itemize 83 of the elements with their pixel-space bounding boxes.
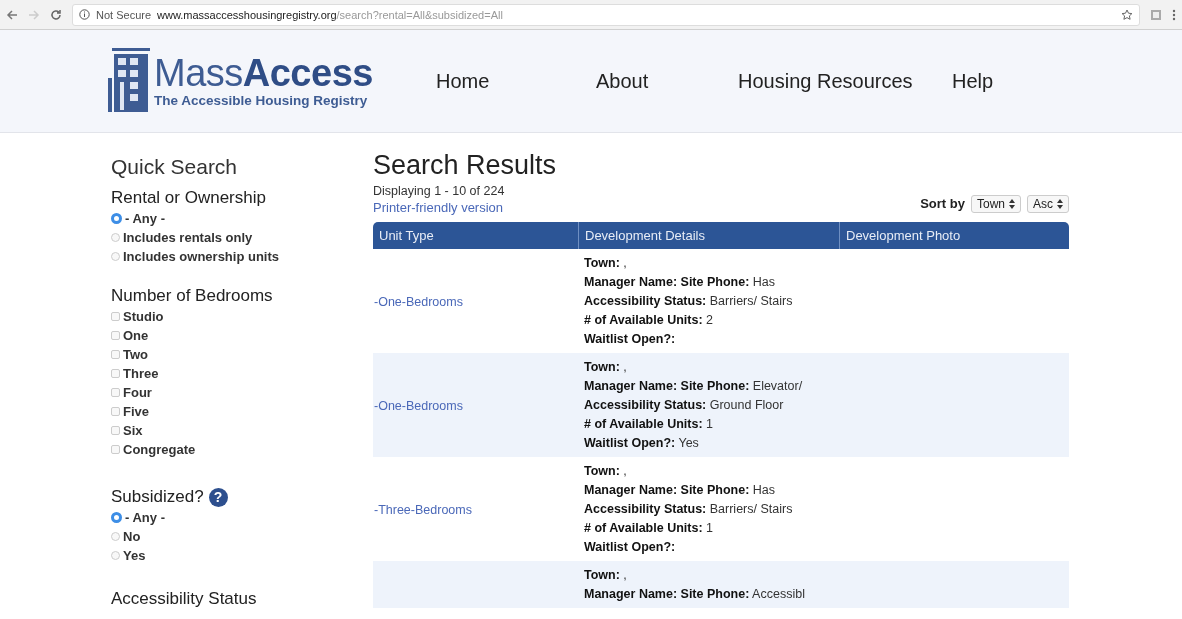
sort-order-select[interactable]: Asc [1027, 194, 1069, 213]
nav-link[interactable]: Help [952, 69, 994, 92]
detail-line: # of Available Units: 1 [583, 519, 714, 537]
option-label: Four [123, 385, 152, 400]
option-label: Three [123, 366, 159, 381]
option-label: Includes rentals only [123, 230, 253, 245]
option-label: Includes ownership units [123, 249, 280, 264]
menu-icon[interactable] [1172, 8, 1176, 21]
detail-line: Town: , [583, 462, 628, 480]
address-bar[interactable]: Not Secure www.massaccesshousingregistry.org/search?rental=All&subsidized=All [72, 3, 1140, 26]
option-label: - Any - [125, 211, 165, 226]
page-title: Search Results [373, 151, 557, 181]
detail-line: Manager Name: Site Phone: Has [583, 273, 777, 291]
checkbox[interactable] [111, 331, 120, 340]
nav-link[interactable]: About [596, 69, 649, 92]
info-icon[interactable] [79, 9, 90, 20]
detail-line: # of Available Units: 2 [583, 311, 714, 329]
detail-line: Town: , [583, 358, 628, 376]
detail-line: Accessibility Status: Ground Floor [583, 396, 785, 414]
option-label: Studio [123, 309, 164, 324]
radio-button[interactable] [111, 213, 122, 224]
column-header: Unit Type [378, 226, 435, 245]
option-label: Five [123, 404, 149, 419]
logo-wordmark[interactable]: MassAccess [154, 52, 373, 94]
sort-label: Sort by [920, 196, 965, 212]
checkbox[interactable] [111, 388, 120, 397]
printer-friendly-link[interactable]: Printer-friendly version [373, 199, 504, 215]
nav-link[interactable]: Housing Resources [738, 69, 913, 92]
detail-line: Town: , [583, 566, 628, 584]
caret-icon [1057, 198, 1063, 209]
option-label: Yes [123, 548, 146, 563]
star-icon[interactable] [1121, 8, 1133, 21]
url-domain: www.massaccesshousingregistry.org [157, 8, 337, 21]
url-path: /search?rental=All&subsidized=All [336, 8, 503, 21]
detail-line: Town: , [583, 254, 628, 272]
detail-line: Manager Name: Site Phone: Has [583, 481, 777, 499]
detail-line: Accessibility Status: Barriers/ Stairs [583, 500, 794, 518]
option-label: Six [123, 423, 143, 438]
option-label: - Any - [125, 510, 165, 525]
checkbox[interactable] [111, 445, 120, 454]
detail-line: # of Available Units: 1 [583, 415, 714, 433]
column-header: Development Details [578, 221, 839, 249]
radio-button[interactable] [111, 532, 120, 541]
option-label: No [123, 529, 141, 544]
detail-line: Waitlist Open?: Yes [583, 434, 700, 452]
sidebar-title: Quick Search [111, 155, 239, 179]
logo-tagline: The Accessible Housing Registry [154, 93, 369, 108]
checkbox[interactable] [111, 312, 120, 321]
filter-heading: Subsidized? [111, 487, 204, 507]
radio-button[interactable] [111, 233, 120, 242]
checkbox[interactable] [111, 350, 120, 359]
building-logo-icon [108, 48, 150, 114]
back-icon[interactable] [6, 8, 18, 21]
nav-link[interactable]: Home [436, 69, 490, 92]
checkbox[interactable] [111, 426, 120, 435]
result-count: Displaying 1 - 10 of 224 [373, 183, 506, 198]
caret-icon [1009, 198, 1015, 209]
detail-line: Manager Name: Site Phone: Accessibl [583, 585, 806, 603]
help-icon[interactable]: ? [208, 487, 228, 507]
security-label: Not Secure [96, 8, 152, 21]
reload-icon[interactable] [50, 8, 62, 21]
filter-heading: Rental or Ownership [111, 188, 267, 208]
option-label: One [123, 328, 149, 343]
option-label: Congregate [123, 442, 196, 457]
column-header: Development Photo [839, 221, 1069, 249]
detail-line: Waitlist Open?: [583, 330, 677, 348]
checkbox[interactable] [111, 407, 120, 416]
checkbox[interactable] [111, 369, 120, 378]
radio-button[interactable] [111, 252, 120, 261]
detail-line: Waitlist Open?: [583, 538, 677, 556]
unit-type-link[interactable]: -One-Bedrooms [374, 295, 463, 310]
detail-line: Accessibility Status: Barriers/ Stairs [583, 292, 794, 310]
filter-heading: Number of Bedrooms [111, 286, 274, 306]
sort-field-select[interactable]: Town [970, 194, 1021, 213]
unit-type-link[interactable]: -One-Bedrooms [374, 399, 463, 414]
extension-icon[interactable] [1150, 8, 1162, 21]
detail-line: Manager Name: Site Phone: Elevator/ [583, 377, 804, 395]
radio-button[interactable] [111, 551, 120, 560]
option-label: Two [123, 347, 149, 362]
forward-icon[interactable] [28, 8, 40, 21]
filter-heading: Accessibility Status [111, 589, 258, 609]
radio-button[interactable] [111, 512, 122, 523]
unit-type-link[interactable]: -Three-Bedrooms [374, 503, 472, 518]
